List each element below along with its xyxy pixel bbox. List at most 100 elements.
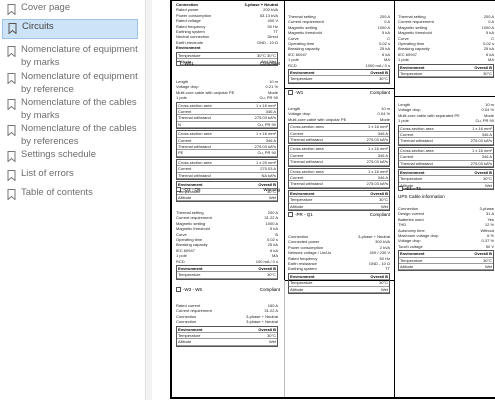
field-label: Cross-section area <box>178 131 212 137</box>
field-label: Thermal withstand <box>178 172 211 178</box>
field-label: PE <box>178 150 184 156</box>
field-value: Cu, PR 90 <box>257 121 276 127</box>
bookmark-icon <box>7 73 16 84</box>
bookmarks-panel: Cover page Circuits Nomenclature of equi… <box>0 0 145 400</box>
field-value: Wet <box>268 194 276 200</box>
ups-info-block: Connection 3-phase Design current 31 A Bat… <box>398 206 494 272</box>
field-value: 1 x 16 mm² <box>471 125 492 131</box>
field-value: Cu, PR 90 <box>257 150 276 156</box>
cable-ref: -W01 <box>183 61 194 66</box>
sidebar-item-label: Cover page <box>21 2 71 13</box>
field-label: Temperature <box>178 272 201 278</box>
field-label: Temperature <box>400 71 423 77</box>
cable-header-w3[interactable]: -W3 - W6 Compliant <box>176 287 280 292</box>
field-label: Altitude <box>178 339 192 345</box>
field-value: 1 x 16 mm² <box>255 131 276 137</box>
checkbox[interactable] <box>176 187 181 192</box>
field-label: 1 pole <box>398 57 409 63</box>
field-label: RCD <box>176 258 185 264</box>
sidebar-item-list-of-errors[interactable]: List of errors <box>2 167 138 181</box>
cable-ref: -PR - Q1 <box>295 212 313 217</box>
field-value: Mode <box>379 116 390 122</box>
page-frame-top <box>170 0 495 1</box>
field-value: 1 x 16 mm² <box>367 146 388 152</box>
cable-ref: -Q3 - Q6 <box>183 187 201 192</box>
sidebar-item-table-of-contents[interactable]: Table of contents <box>2 186 138 200</box>
checkbox[interactable] <box>176 287 181 292</box>
status-badge: Compliant <box>259 61 280 66</box>
bookmark-icon <box>7 170 16 181</box>
field-label: Connection <box>176 319 197 325</box>
cable-info-block-3: Length 10 m Voltage drop 0.04 % Multi-core… <box>398 102 494 191</box>
field-label: Environment <box>290 190 315 196</box>
field-label: Current <box>290 152 304 158</box>
sidebar-item-label: Nomenclature of the cables by references <box>21 123 137 147</box>
field-label: Environment <box>400 64 425 70</box>
field-label: Cross-section area <box>178 102 212 108</box>
cable-header-e1[interactable]: -E1 - T1 <box>398 186 494 191</box>
cable-header-q3[interactable]: -Q3 - Q6 Warning <box>176 187 280 192</box>
cable-header-w1[interactable]: -W1 Compliant <box>288 90 390 95</box>
cable-ref: -W3 - W6 <box>183 287 202 292</box>
sidebar-item-nomenclature-equipment-reference[interactable]: Nomenclature of equipment by reference <box>2 70 138 96</box>
ups-title: UPS Cable information <box>398 194 445 199</box>
field-label: Temperature <box>178 333 201 339</box>
sidebar-scrollbar[interactable] <box>145 0 152 400</box>
field-label: Cross-section area <box>290 124 324 130</box>
field-value: 346 A <box>265 109 276 115</box>
field-label: Thermal withstand <box>290 181 323 187</box>
field-value: Overall B <box>370 190 388 196</box>
field-label: Temperature <box>290 76 313 82</box>
field-label: Environment <box>400 170 425 176</box>
field-value: 1000 mA / 0 s <box>365 62 390 68</box>
field-label: Thermal withstand <box>178 115 211 121</box>
column-divider <box>394 0 395 397</box>
cable-header-w01[interactable]: -W01 Compliant <box>176 61 280 66</box>
checkbox[interactable] <box>398 186 403 191</box>
field-value: 3-phase + Neutral <box>246 319 278 325</box>
sidebar-item-label: Nomenclature of equipment by marks <box>21 44 138 68</box>
field-value: 30°C <box>483 257 492 263</box>
field-label: Earthing system <box>288 266 317 272</box>
field-label: Thermal withstand <box>400 138 433 144</box>
field-label: Altitude <box>290 286 304 292</box>
sidebar-item-settings-schedule[interactable]: Settings schedule <box>2 148 138 162</box>
field-value: 1 x 25 mm² <box>255 159 276 165</box>
sidebar-item-nomenclature-equipment-marks[interactable]: Nomenclature of equipment by marks <box>2 43 138 69</box>
document-page[interactable]: Connection 3-phase + Neutral Rated power 2… <box>168 0 495 400</box>
cable-header-pr[interactable]: -PR - Q1 Compliant <box>288 212 390 217</box>
column-divider <box>284 280 285 397</box>
field-label: Current <box>178 109 192 115</box>
cable-ref: -W1 <box>295 90 304 95</box>
field-label: Thermal withstand <box>290 159 323 165</box>
sidebar-item-nomenclature-cables-references[interactable]: Nomenclature of the cables by references <box>2 122 138 148</box>
field-value: Wet <box>380 286 388 292</box>
bookmark-icon <box>7 151 16 162</box>
field-label: Thermal withstand <box>290 137 323 143</box>
bookmark-icon <box>7 4 16 15</box>
field-value: 346 A <box>377 175 388 181</box>
field-value: 1 x 16 mm² <box>255 102 276 108</box>
sidebar-item-circuits[interactable]: Circuits <box>2 19 138 39</box>
checkbox[interactable] <box>176 61 181 66</box>
field-value: 275.03 A <box>260 166 276 172</box>
field-label: Temperature <box>178 52 201 58</box>
field-value: Cu, PR 90 <box>475 118 494 124</box>
sidebar-item-cover-page[interactable]: Cover page <box>2 1 138 15</box>
sidebar-item-label: Circuits <box>22 21 54 32</box>
field-label: Altitude <box>400 264 414 270</box>
field-label: Environment <box>290 70 315 76</box>
field-label: Cross-section area <box>290 146 324 152</box>
field-value: 100 mA / 0 s <box>255 258 278 264</box>
bookmark-icon <box>7 125 16 136</box>
sidebar-item-label: Settings schedule <box>21 149 96 160</box>
field-label: 1 pole <box>176 95 187 101</box>
page-frame-bottom <box>170 397 495 399</box>
checkbox[interactable] <box>288 212 293 217</box>
sidebar-item-nomenclature-cables-marks[interactable]: Nomenclature of the cables by marks <box>2 96 138 122</box>
checkbox[interactable] <box>288 90 293 95</box>
field-value: 1 x 16 mm² <box>471 147 492 153</box>
row-divider <box>394 96 495 97</box>
sidebar-item-label: Table of contents <box>21 187 93 198</box>
env-title: Environment <box>176 45 201 51</box>
